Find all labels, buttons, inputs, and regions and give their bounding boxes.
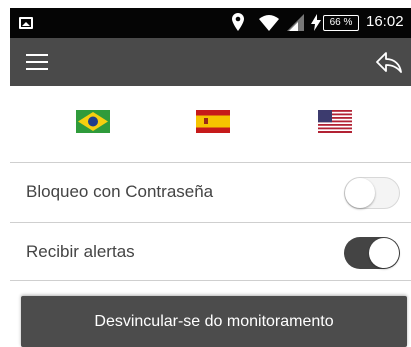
usa-flag[interactable] xyxy=(318,110,352,133)
signal-icon xyxy=(287,14,304,31)
toggle-knob xyxy=(369,238,399,268)
toggle-knob xyxy=(345,178,375,208)
share-icon[interactable] xyxy=(375,50,403,74)
password-lock-label: Bloqueo con Contraseña xyxy=(26,182,214,201)
alerts-label: Recibir alertas xyxy=(26,242,135,261)
spain-flag[interactable] xyxy=(196,110,230,133)
wifi-icon xyxy=(259,15,279,31)
image-icon xyxy=(19,17,33,29)
unlink-monitoring-button[interactable]: Desvincular-se do monitoramento xyxy=(21,296,407,347)
menu-icon[interactable] xyxy=(26,52,50,72)
clock: 16:02 xyxy=(366,13,404,30)
brazil-flag[interactable] xyxy=(76,110,110,133)
app-bar xyxy=(10,38,411,86)
password-lock-row: Bloqueo con Contraseña xyxy=(10,162,411,221)
location-icon xyxy=(232,13,244,31)
alerts-row: Recibir alertas xyxy=(10,222,411,281)
alerts-toggle[interactable] xyxy=(344,237,400,269)
password-lock-toggle[interactable] xyxy=(344,177,400,209)
battery-indicator: 66 % xyxy=(323,15,359,31)
status-bar: 66 % 16:02 xyxy=(10,8,411,38)
language-selector xyxy=(10,86,411,162)
charging-icon xyxy=(311,14,321,31)
